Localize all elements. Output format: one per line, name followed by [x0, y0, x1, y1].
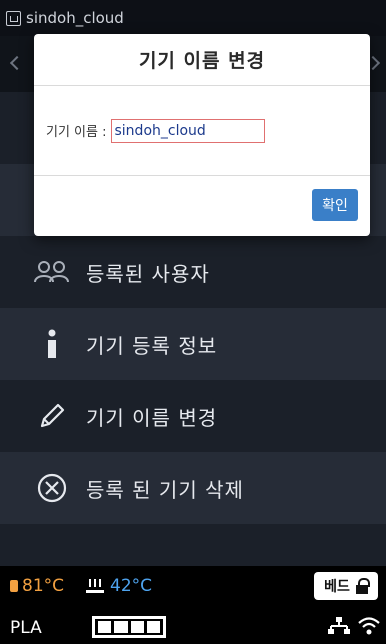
bed-heat-icon	[86, 579, 104, 593]
nozzle-icon	[10, 580, 18, 592]
menu-item-label: 기기 이름 변경	[86, 405, 218, 430]
rename-device-dialog: 기기 이름 변경 기기 이름 : 확인	[34, 34, 370, 236]
device-icon	[6, 10, 21, 26]
menu-item-label: 기기 등록 정보	[86, 333, 218, 358]
dialog-title: 기기 이름 변경	[34, 34, 370, 86]
nozzle-temp-value: 81°C	[22, 576, 65, 596]
menu-item-label: 등록 된 기기 삭제	[86, 477, 244, 502]
menu-item-registered-users[interactable]: 등록된 사용자	[0, 236, 386, 308]
device-name: sindoh_cloud	[26, 9, 124, 27]
bed-temp-value: 42°C	[110, 576, 153, 596]
device-name-input[interactable]	[110, 118, 265, 143]
confirm-button[interactable]: 확인	[312, 189, 358, 221]
dialog-body: 기기 이름 :	[34, 86, 370, 176]
gauge-segment	[130, 621, 144, 633]
ethernet-icon	[328, 616, 350, 640]
info-icon	[34, 328, 70, 360]
nozzle-temp: 81°C	[10, 576, 64, 596]
menu-item-device-registration-info[interactable]: 기기 등록 정보	[0, 308, 386, 380]
close-circle-icon	[34, 472, 70, 504]
users-icon	[34, 256, 70, 288]
lock-icon	[355, 578, 370, 594]
menu-item-rename-device[interactable]: 기기 이름 변경	[0, 380, 386, 452]
printer-status-bar: 81°C 42°C PLA 베드	[0, 566, 386, 644]
status-bar: sindoh_cloud	[0, 0, 386, 36]
menu-item-delete-device[interactable]: 등록 된 기기 삭제	[0, 452, 386, 524]
back-arrow-icon[interactable]	[9, 55, 25, 71]
bed-temp: 42°C	[86, 576, 152, 596]
gauge-segment	[114, 621, 128, 633]
bed-lock-button[interactable]: 베드	[314, 572, 378, 600]
bed-button-label: 베드	[324, 579, 350, 595]
dialog-footer: 확인	[34, 176, 370, 234]
pencil-icon	[34, 400, 70, 432]
device-name-label: 기기 이름 :	[46, 125, 107, 140]
menu-item-label: 등록된 사용자	[86, 261, 210, 286]
gauge-segment	[146, 621, 160, 633]
gauge-segment	[98, 621, 112, 633]
wifi-icon	[358, 616, 380, 640]
filament-level-gauge	[92, 616, 166, 638]
network-status	[328, 616, 380, 640]
material-type: PLA	[10, 618, 42, 638]
